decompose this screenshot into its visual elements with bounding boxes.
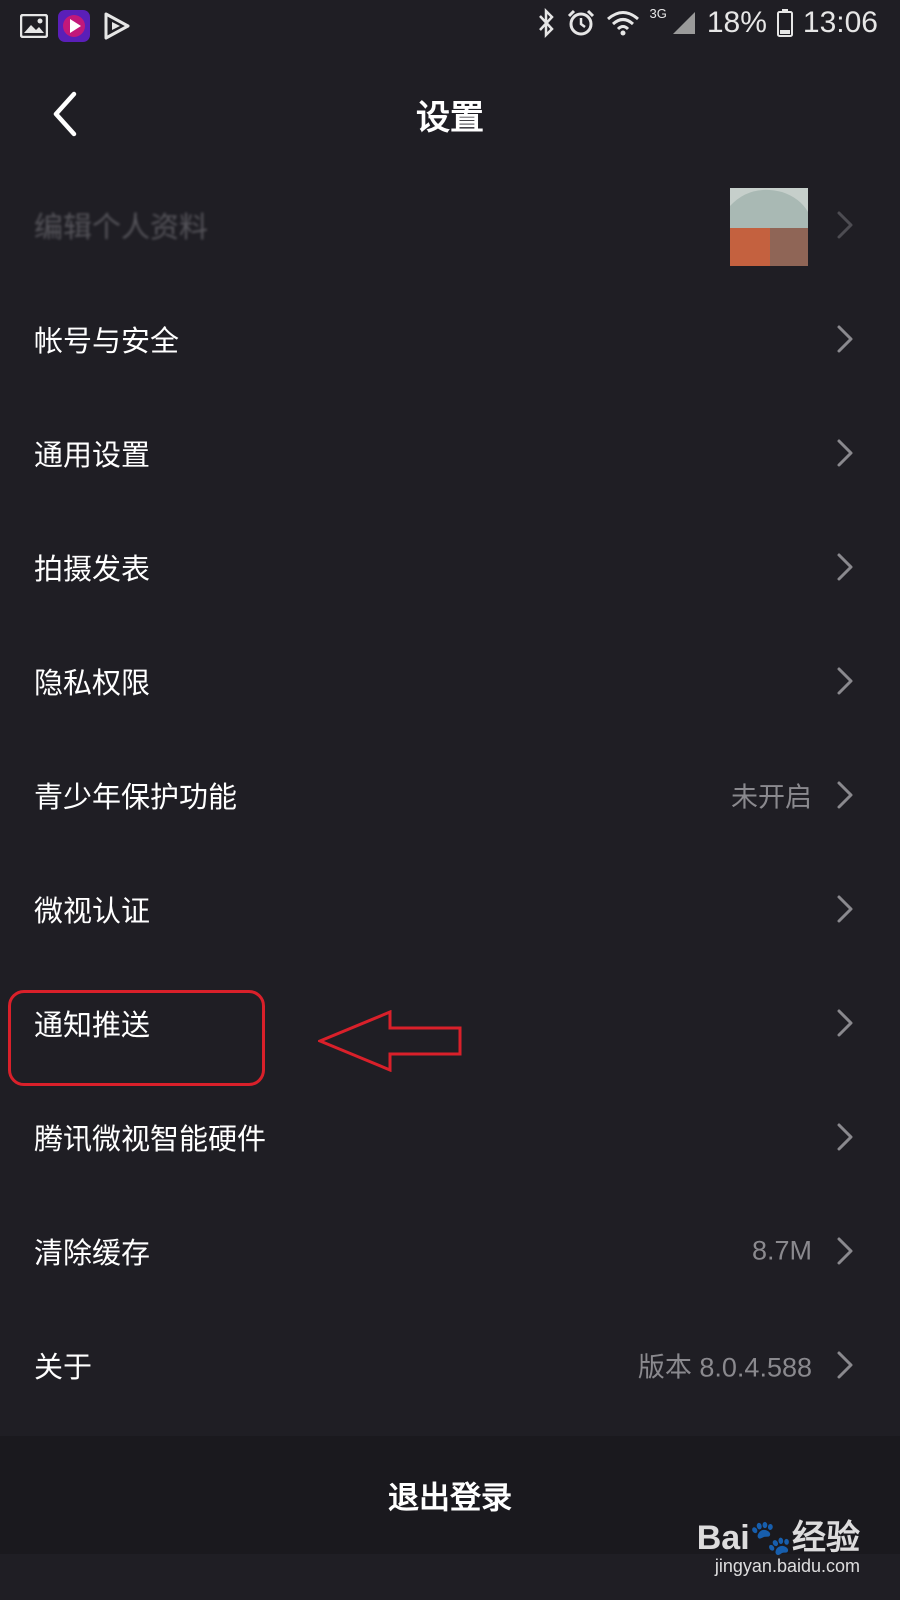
chevron-right-icon: [837, 1009, 853, 1037]
menu-item-clear-cache[interactable]: 清除缓存 8.7M: [0, 1194, 900, 1308]
menu-item-label: 帐号与安全: [34, 324, 180, 358]
menu-item-edit-profile[interactable]: 编辑个人资料: [0, 168, 900, 282]
chevron-right-icon: [837, 553, 853, 581]
chevron-right-icon: [837, 439, 853, 467]
app-version: 版本 8.0.4.588: [637, 1352, 812, 1383]
play-app-icon: [104, 12, 130, 40]
menu-item-smart-hardware[interactable]: 腾讯微视智能硬件: [0, 1080, 900, 1194]
network-type-label: 3G: [649, 5, 667, 21]
menu-item-shooting-publishing[interactable]: 拍摄发表: [0, 510, 900, 624]
annotation-highlight-box: [8, 990, 265, 1086]
page-title: 设置: [416, 98, 484, 138]
cache-size: 8.7M: [751, 1235, 812, 1266]
status-bar: 3G 18% 13:06: [0, 0, 900, 52]
menu-item-youth-protection[interactable]: 青少年保护功能 未开启: [0, 738, 900, 852]
menu-item-label: 微视认证: [34, 894, 151, 928]
menu-item-account-security[interactable]: 帐号与安全: [0, 282, 900, 396]
clock: 13:06: [802, 6, 878, 39]
baidu-jingyan-watermark: Bai🐾经验 jingyan.baidu.com: [690, 1510, 860, 1590]
menu-item-about[interactable]: 关于 版本 8.0.4.588: [0, 1308, 900, 1422]
video-app-icon: [58, 10, 90, 42]
bluetooth-icon: [538, 8, 554, 38]
menu-item-label: 青少年保护功能: [34, 780, 238, 814]
watermark-brand: Bai🐾经验: [696, 1519, 860, 1557]
app-header: 设置: [0, 60, 900, 170]
menu-item-status: 未开启: [731, 782, 812, 813]
settings-list: 编辑个人资料 帐号与安全 通用设置 拍摄发表 隐私权限 青少年保护功能 未开启: [0, 168, 900, 1422]
menu-item-label: 拍摄发表: [34, 552, 151, 586]
chevron-right-icon: [837, 667, 853, 695]
menu-item-privacy-permissions[interactable]: 隐私权限: [0, 624, 900, 738]
notification-icons: [20, 10, 132, 42]
menu-item-label: 清除缓存: [34, 1236, 151, 1270]
menu-item-label: 关于: [34, 1350, 93, 1384]
chevron-right-icon: [837, 325, 853, 353]
menu-item-label: 隐私权限: [34, 666, 151, 700]
gallery-icon: [20, 14, 48, 38]
signal-icon: [672, 12, 695, 34]
menu-item-label: 编辑个人资料: [34, 210, 209, 244]
chevron-right-icon: [837, 895, 853, 923]
menu-item-general-settings[interactable]: 通用设置: [0, 396, 900, 510]
menu-item-label: 腾讯微视智能硬件: [34, 1122, 267, 1156]
menu-item-verification[interactable]: 微视认证: [0, 852, 900, 966]
battery-percent: 18%: [706, 6, 767, 39]
chevron-right-icon: [837, 1123, 853, 1151]
system-indicators: 3G 18% 13:06: [536, 6, 878, 40]
chevron-right-icon: [837, 211, 853, 239]
battery-icon: [776, 9, 793, 37]
menu-item-label: 通用设置: [34, 438, 151, 472]
alarm-icon: [567, 9, 594, 36]
chevron-right-icon: [837, 1237, 853, 1265]
chevron-right-icon: [837, 781, 853, 809]
chevron-right-icon: [837, 1351, 853, 1379]
avatar: [730, 188, 808, 266]
watermark-url: jingyan.baidu.com: [714, 1556, 860, 1576]
annotation-arrow-icon: [318, 1010, 462, 1072]
wifi-icon: [606, 11, 639, 36]
